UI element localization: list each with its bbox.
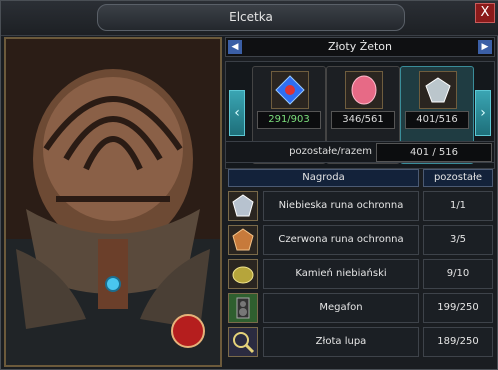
reward-name: Megafon xyxy=(263,293,419,323)
left-triangle-icon[interactable]: ◀ xyxy=(228,40,242,54)
slot-count: 401/516 xyxy=(405,111,469,129)
red-gem-icon xyxy=(345,71,383,109)
reward-name: Niebieska runa ochronna xyxy=(263,191,419,221)
reward-name: Kamień niebiański xyxy=(263,259,419,289)
remaining-label: pozostałe/razem xyxy=(289,146,372,157)
megaphone-icon xyxy=(228,293,258,323)
title-plate: Elcetka xyxy=(97,4,405,31)
right-triangle-icon[interactable]: ▶ xyxy=(478,40,492,54)
remaining-summary: pozostałe/razem 401 / 516 xyxy=(225,141,495,163)
reward-count: 199/250 xyxy=(423,293,493,323)
token-name: Złoty Żeton xyxy=(327,40,393,53)
egg-box-artwork xyxy=(6,39,220,365)
reward-count: 189/250 xyxy=(423,327,493,357)
reward-table: Nagroda pozostałe Niebieska runa ochronn… xyxy=(225,169,495,367)
table-row[interactable]: Złota lupa 189/250 xyxy=(225,327,495,359)
celestial-stone-icon xyxy=(228,259,258,289)
diamond-icon xyxy=(419,71,457,109)
table-row[interactable]: Kamień niebiański 9/10 xyxy=(225,259,495,291)
remaining-value: 401 / 516 xyxy=(376,143,492,162)
reward-name: Złota lupa xyxy=(263,327,419,357)
reward-count: 3/5 xyxy=(423,225,493,255)
table-row[interactable]: Megafon 199/250 xyxy=(225,293,495,325)
red-rune-icon xyxy=(228,225,258,255)
token-selector: ◀ Złoty Żeton ▶ xyxy=(225,37,495,57)
blue-rune-icon xyxy=(228,191,258,221)
slot-count: 346/561 xyxy=(331,111,395,129)
column-header-remaining: pozostałe xyxy=(423,169,493,187)
right-panel: ◀ Złoty Żeton ▶ ‹ 291/903 346/561 401/51… xyxy=(225,37,495,367)
elcetka-window: Elcetka X ◀ Złoty Żeton ▶ ‹ 291/903 346/… xyxy=(0,0,498,370)
box-artwork-frame xyxy=(4,37,222,367)
title-bar: Elcetka X xyxy=(1,1,498,36)
table-row[interactable]: Niebieska runa ochronna 1/1 xyxy=(225,191,495,223)
slot-count: 291/903 xyxy=(257,111,321,129)
carousel-next-button[interactable]: › xyxy=(475,90,491,136)
close-button[interactable]: X xyxy=(475,3,495,23)
reward-name: Czerwona runa ochronna xyxy=(263,225,419,255)
window-title: Elcetka xyxy=(229,10,273,24)
column-header-reward: Nagroda xyxy=(228,169,419,187)
golden-magnifier-icon xyxy=(228,327,258,357)
table-row[interactable]: Czerwona runa ochronna 3/5 xyxy=(225,225,495,257)
carousel-prev-button[interactable]: ‹ xyxy=(229,90,245,136)
reward-count: 1/1 xyxy=(423,191,493,221)
reward-count: 9/10 xyxy=(423,259,493,289)
blue-gem-icon xyxy=(271,71,309,109)
